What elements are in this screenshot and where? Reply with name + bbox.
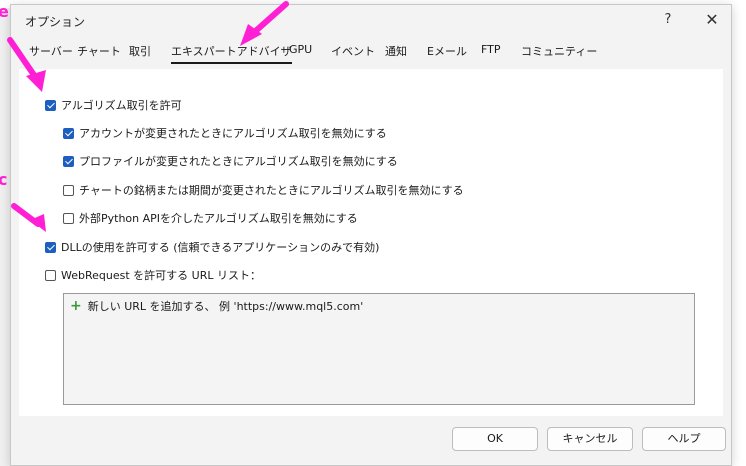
tab-bar: サーバー チャート 取引 エキスパートアドバイザ GPU イベント 通知 Eメー… xyxy=(11,43,731,65)
tab-gpu[interactable]: GPU xyxy=(289,43,312,59)
add-url-row[interactable]: + 新しい URL を追加する、 例 'https://www.mql5.com… xyxy=(70,298,363,314)
option-allow-dll[interactable]: DLLの使用を許可する (信頼できるアプリケーションのみで有効) xyxy=(45,239,379,255)
option-label: DLLの使用を許可する (信頼できるアプリケーションのみで有効) xyxy=(61,241,380,254)
tab-trade[interactable]: 取引 xyxy=(129,43,151,62)
option-disable-python-api[interactable]: 外部Python APIを介したアルゴリズム取引を無効にする xyxy=(63,210,358,226)
option-label: プロファイルが変更されたときにアルゴリズム取引を無効にする xyxy=(79,155,398,168)
checkbox-checked-icon[interactable] xyxy=(45,99,56,111)
cancel-button[interactable]: キャンセル xyxy=(547,427,633,451)
tab-notifications[interactable]: 通知 xyxy=(385,43,407,62)
checkbox-checked-icon[interactable] xyxy=(45,241,56,253)
option-label: 外部Python APIを介したアルゴリズム取引を無効にする xyxy=(79,212,358,225)
checkbox-unchecked-icon[interactable] xyxy=(63,212,74,224)
tab-community[interactable]: コミュニティー xyxy=(521,43,597,62)
webrequest-url-list[interactable]: + 新しい URL を追加する、 例 'https://www.mql5.com… xyxy=(63,293,695,405)
option-label: アカウントが変更されたときにアルゴリズム取引を無効にする xyxy=(79,127,387,140)
background-editor-strip xyxy=(732,0,746,466)
option-disable-on-symbol-change[interactable]: チャートの銘柄または期間が変更されたときにアルゴリズム取引を無効にする xyxy=(63,182,464,198)
ok-button[interactable]: OK xyxy=(452,427,538,451)
checkbox-checked-icon[interactable] xyxy=(63,155,74,167)
option-disable-on-account-change[interactable]: アカウントが変更されたときにアルゴリズム取引を無効にする xyxy=(63,125,387,141)
plus-icon: + xyxy=(70,298,82,314)
annotation-letter-c: c xyxy=(0,170,8,189)
add-url-label: 新しい URL を追加する、 例 'https://www.mql5.com' xyxy=(87,300,364,313)
help-button[interactable]: ヘルプ xyxy=(642,427,726,451)
option-label: アルゴリズム取引を許可 xyxy=(61,99,182,112)
option-allow-algo-trading[interactable]: アルゴリズム取引を許可 xyxy=(45,97,182,113)
option-disable-on-profile-change[interactable]: プロファイルが変更されたときにアルゴリズム取引を無効にする xyxy=(63,153,398,169)
option-label: チャートの銘柄または期間が変更されたときにアルゴリズム取引を無効にする xyxy=(79,184,464,197)
annotation-letter-e: e xyxy=(0,2,9,21)
checkbox-unchecked-icon[interactable] xyxy=(63,184,74,196)
tab-events[interactable]: イベント xyxy=(331,43,375,62)
options-dialog: オプション ? ✕ サーバー チャート 取引 エキスパートアドバイザ GPU イ… xyxy=(10,4,732,466)
tab-chart[interactable]: チャート xyxy=(77,43,121,62)
tab-server[interactable]: サーバー xyxy=(29,43,73,62)
title-bar: オプション ? ✕ xyxy=(11,5,731,35)
dialog-title: オプション xyxy=(25,15,86,29)
option-label: WebRequest を許可する URL リスト： xyxy=(61,269,261,282)
option-allow-webrequest[interactable]: WebRequest を許可する URL リスト： xyxy=(45,267,261,283)
tab-expert-advisors[interactable]: エキスパートアドバイザ xyxy=(171,43,292,64)
tab-ftp[interactable]: FTP xyxy=(481,43,501,59)
close-icon[interactable]: ✕ xyxy=(701,9,723,31)
checkbox-unchecked-icon[interactable] xyxy=(45,269,56,281)
tab-email[interactable]: Eメール xyxy=(427,43,467,62)
expert-advisors-panel: アルゴリズム取引を許可 アカウントが変更されたときにアルゴリズム取引を無効にする… xyxy=(19,69,723,416)
checkbox-checked-icon[interactable] xyxy=(63,127,74,139)
help-icon[interactable]: ? xyxy=(659,11,677,29)
